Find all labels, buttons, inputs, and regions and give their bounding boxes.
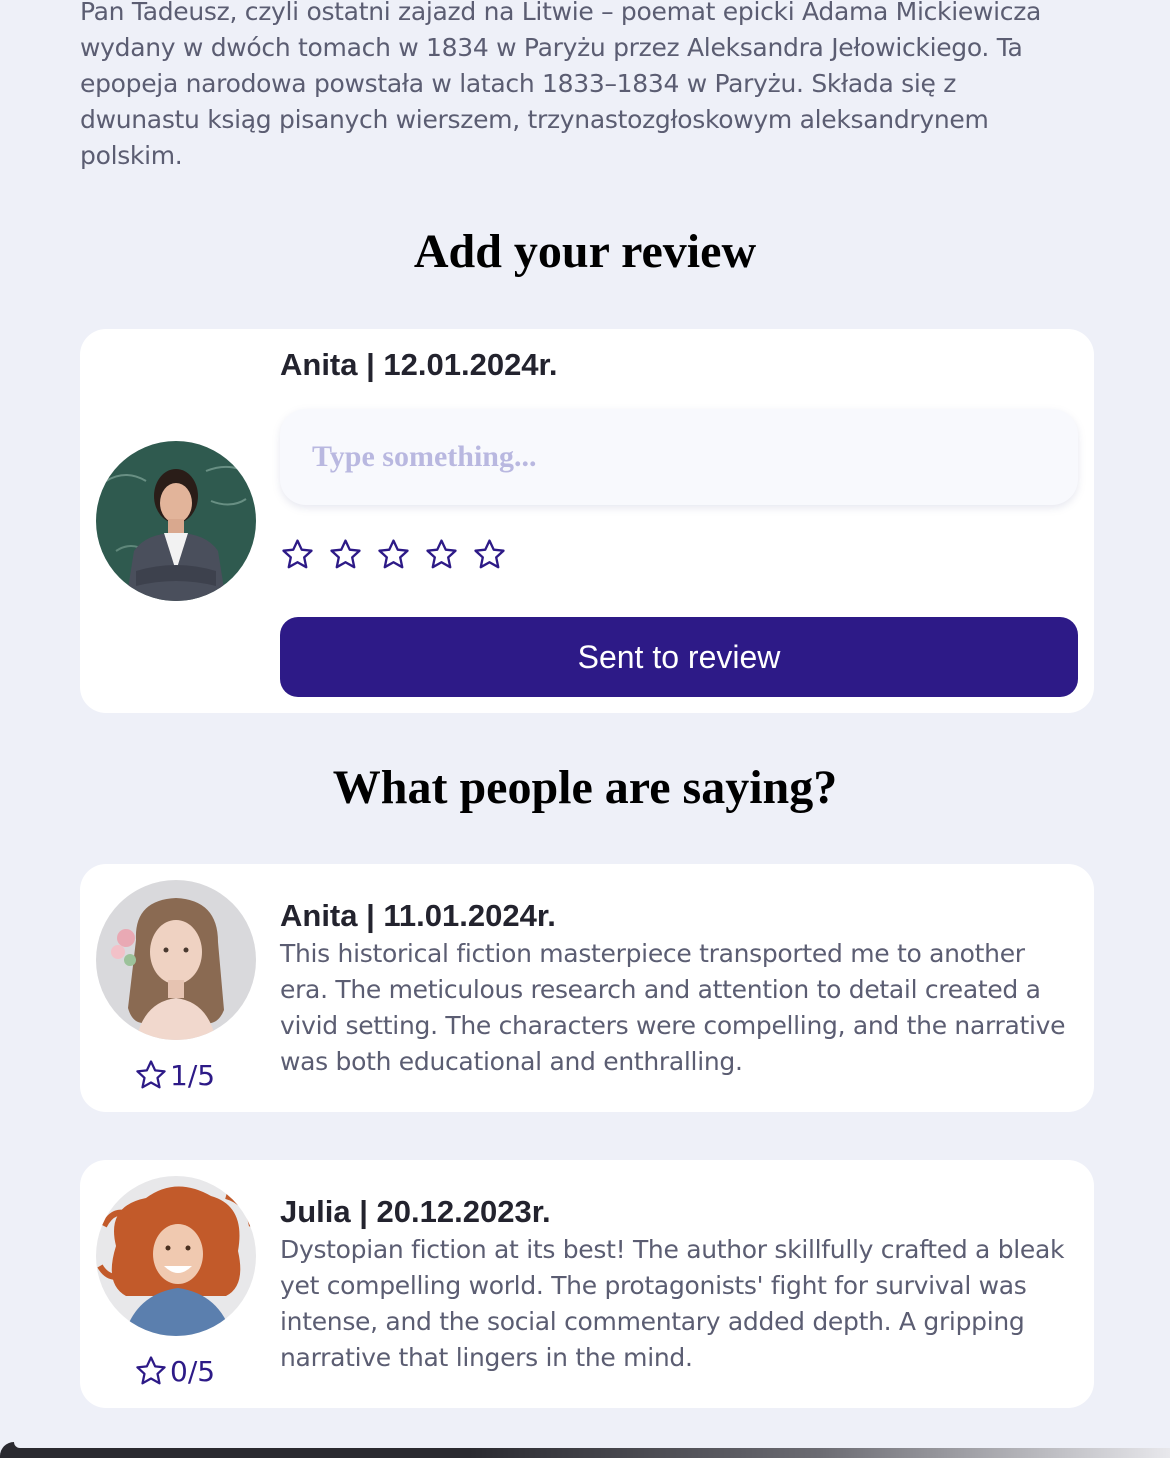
review-card: 0/5 Julia | 20.12.2023r. Dystopian ficti…	[80, 1160, 1094, 1408]
review-card: 1/5 Anita | 11.01.2024r. This historical…	[80, 864, 1094, 1112]
rating-star-picker	[280, 537, 507, 572]
review-text-input[interactable]	[280, 409, 1078, 505]
avatar	[96, 880, 256, 1040]
star-icon	[136, 1356, 166, 1385]
avatar-image	[96, 880, 256, 1040]
avatar	[96, 1176, 256, 1336]
review-author-date: Julia | 20.12.2023r.	[280, 1194, 551, 1229]
reviews-section-title: What people are saying?	[332, 761, 838, 814]
star-icon	[136, 1060, 166, 1089]
send-review-button[interactable]: Sent to review	[280, 617, 1078, 697]
star-icon[interactable]	[424, 537, 459, 572]
star-icon[interactable]	[472, 537, 507, 572]
page: Pan Tadeusz, czyli ostatni zajazd na Lit…	[0, 0, 1170, 1458]
review-rating: 1/5	[134, 1058, 215, 1092]
star-icon[interactable]	[376, 537, 411, 572]
current-user-name-date: Anita | 12.01.2024r.	[280, 347, 558, 382]
rating-value: 0/5	[170, 1354, 216, 1388]
review-text: Dystopian fiction at its best! The autho…	[280, 1235, 1065, 1372]
review-author-date: Anita | 11.01.2024r.	[280, 898, 556, 933]
add-review-card: Anita | 12.01.2024r. Sent to review	[80, 329, 1094, 713]
review-text: This historical fiction masterpiece tran…	[280, 939, 1066, 1076]
avatar-image	[96, 1176, 256, 1336]
avatar	[96, 441, 256, 601]
rating-value: 1/5	[170, 1058, 216, 1092]
avatar-image	[96, 441, 256, 601]
window-bottom-edge	[0, 1442, 1170, 1458]
star-icon[interactable]	[328, 537, 363, 572]
review-rating: 0/5	[134, 1354, 215, 1388]
star-icon[interactable]	[280, 537, 315, 572]
book-description: Pan Tadeusz, czyli ostatni zajazd na Lit…	[80, 0, 1042, 170]
add-review-title: Add your review	[413, 225, 757, 278]
